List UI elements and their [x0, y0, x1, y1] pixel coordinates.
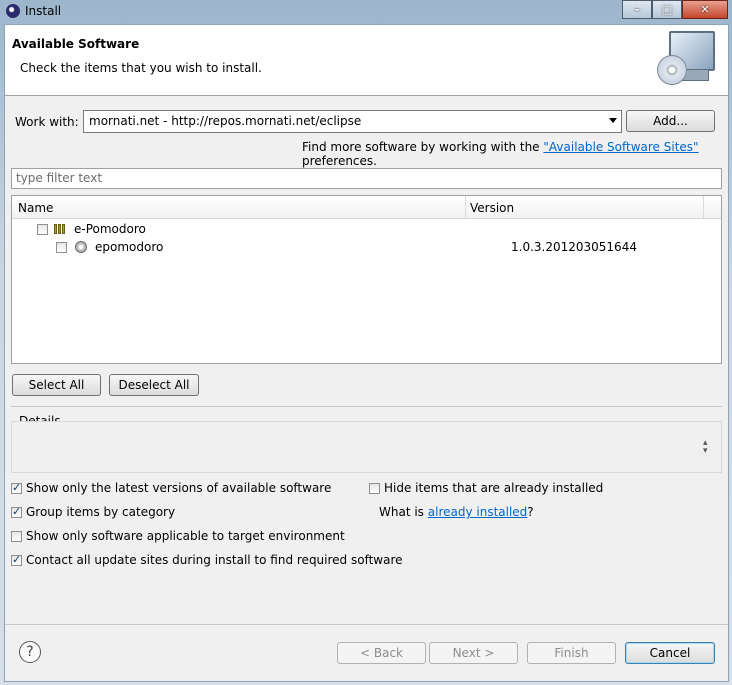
- tree-row-category[interactable]: e-Pomodoro: [37, 220, 146, 238]
- already-installed-link[interactable]: already installed: [428, 505, 528, 519]
- minimize-button[interactable]: –: [622, 0, 652, 19]
- scroll-indicator-icon[interactable]: ▴ ▾: [703, 439, 708, 456]
- close-button[interactable]: ✕: [682, 0, 728, 19]
- what-is-installed-text: What is already installed?: [379, 505, 534, 519]
- latest-versions-label: Show only the latest versions of availab…: [26, 481, 332, 495]
- filter-input[interactable]: [12, 169, 720, 186]
- divider: [11, 406, 722, 407]
- install-banner-icon: [655, 29, 715, 89]
- find-more-text: Find more software by working with the "…: [302, 140, 728, 168]
- deselect-all-label: Deselect All: [118, 378, 190, 392]
- next-button[interactable]: Next >: [429, 642, 518, 664]
- row-version: 1.0.3.201203051644: [511, 240, 637, 254]
- tree-row-feature[interactable]: epomodoro 1.0.3.201203051644: [56, 238, 716, 256]
- finish-label: Finish: [554, 646, 589, 660]
- finish-button[interactable]: Finish: [527, 642, 616, 664]
- option-latest-versions[interactable]: Show only the latest versions of availab…: [11, 481, 331, 495]
- footer-divider: [5, 624, 728, 625]
- cancel-label: Cancel: [649, 646, 691, 660]
- contact-sites-checkbox[interactable]: [11, 553, 22, 566]
- group-by-category-checkbox[interactable]: [11, 505, 22, 518]
- deselect-all-button[interactable]: Deselect All: [109, 374, 199, 396]
- add-site-button-label: Add...: [653, 114, 688, 128]
- window-title: Install: [25, 4, 62, 18]
- software-tree[interactable]: Name Version e-Pomodoro epomodoro 1.0.3.…: [11, 195, 722, 364]
- row-name: e-Pomodoro: [74, 222, 146, 236]
- option-contact-sites[interactable]: Contact all update sites during install …: [11, 553, 403, 567]
- find-more-suffix: preferences.: [302, 154, 377, 168]
- option-group-by-category[interactable]: Group items by category: [11, 505, 175, 519]
- what-is-suffix: ?: [527, 505, 534, 519]
- latest-versions-checkbox[interactable]: [11, 481, 22, 494]
- column-version[interactable]: Version: [470, 201, 514, 215]
- caption-buttons: – □ ✕: [622, 0, 728, 19]
- dialog-client-area: Available Software Check the items that …: [4, 24, 729, 682]
- what-is-prefix: What is: [379, 505, 428, 519]
- select-all-label: Select All: [28, 378, 85, 392]
- group-by-category-label: Group items by category: [26, 505, 176, 519]
- select-all-button[interactable]: Select All: [12, 374, 101, 396]
- dropdown-arrow-icon[interactable]: [609, 118, 617, 123]
- work-with-combo[interactable]: mornati.net - http://repos.mornati.net/e…: [83, 110, 622, 133]
- work-with-value: mornati.net - http://repos.mornati.net/e…: [89, 114, 362, 128]
- hide-installed-label: Hide items that are already installed: [384, 481, 604, 495]
- details-pane: [11, 421, 722, 473]
- hide-installed-checkbox[interactable]: [369, 482, 380, 494]
- page-title: Available Software: [12, 37, 140, 51]
- filter-box[interactable]: [11, 168, 722, 189]
- column-name[interactable]: Name: [18, 201, 53, 215]
- add-site-button[interactable]: Add...: [626, 110, 715, 132]
- find-more-prefix: Find more software by working with the: [302, 140, 544, 154]
- next-label: Next >: [452, 646, 495, 660]
- option-applicable-only[interactable]: Show only software applicable to target …: [11, 529, 345, 543]
- back-button[interactable]: < Back: [337, 642, 426, 664]
- applicable-only-checkbox[interactable]: [11, 530, 22, 542]
- category-icon: [54, 224, 68, 234]
- available-software-sites-link[interactable]: "Available Software Sites": [543, 140, 698, 154]
- work-with-label: Work with:: [15, 115, 79, 129]
- feature-icon: [73, 240, 89, 254]
- row-checkbox[interactable]: [37, 223, 48, 235]
- option-hide-installed[interactable]: Hide items that are already installed: [369, 481, 603, 495]
- row-checkbox[interactable]: [56, 241, 67, 253]
- help-icon[interactable]: ?: [19, 641, 41, 663]
- cancel-button[interactable]: Cancel: [625, 642, 715, 664]
- tree-header: Name Version: [12, 196, 721, 219]
- row-name: epomodoro: [95, 240, 164, 254]
- contact-sites-label: Contact all update sites during install …: [26, 553, 403, 567]
- applicable-only-label: Show only software applicable to target …: [26, 529, 345, 543]
- back-label: < Back: [359, 646, 403, 660]
- eclipse-icon: [6, 4, 20, 18]
- maximize-button[interactable]: □: [652, 0, 682, 19]
- title-bar: Install – □ ✕: [0, 0, 732, 24]
- wizard-header: Available Software Check the items that …: [5, 25, 728, 96]
- page-subtitle: Check the items that you wish to install…: [20, 61, 262, 75]
- install-dialog: Install – □ ✕ Available Software Check t…: [0, 0, 732, 685]
